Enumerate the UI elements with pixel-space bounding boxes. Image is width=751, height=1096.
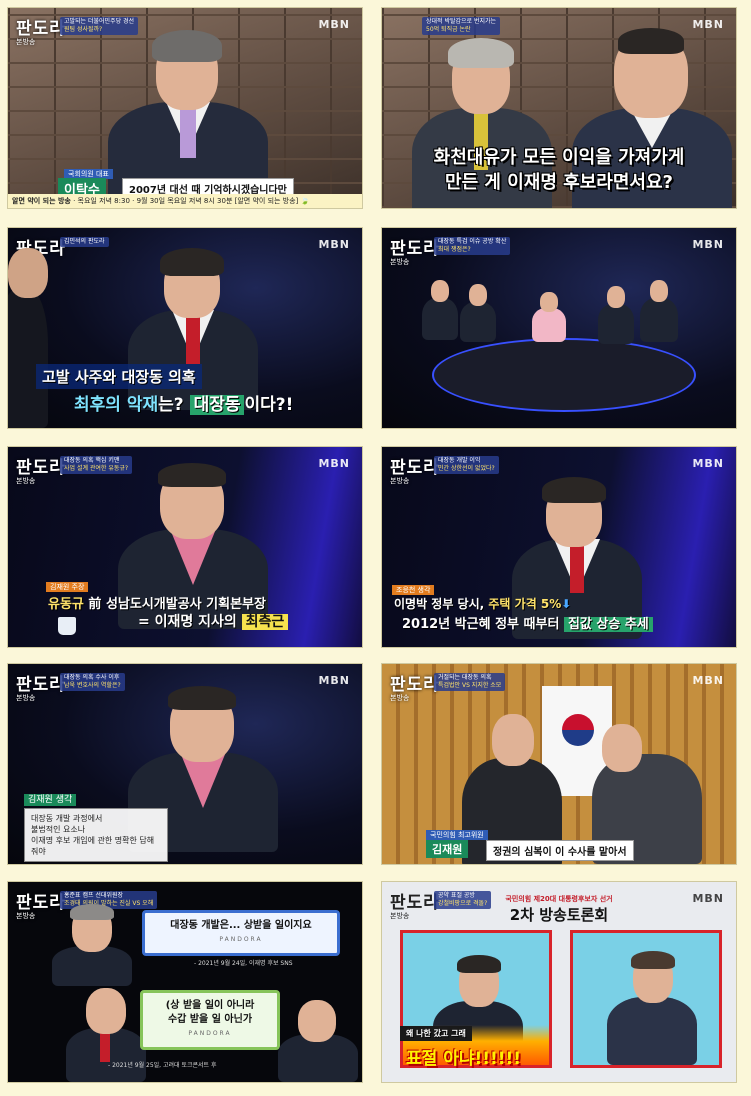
quote-line: 이재명 후보 개입에 관한 명확한 답해줘야 [31, 836, 155, 856]
caption-line-2: 최후의 악재는? 대장동 이다?! [74, 395, 294, 415]
thumbnail-4[interactable]: 판도라 본방송 대장동 특검 이슈 공방 확산 최대 쟁점은? MBN [382, 228, 736, 428]
quote-text: (상 받을 일이 아니라 [165, 1000, 255, 1011]
guest-person [278, 1000, 358, 1082]
panelist-host [532, 292, 566, 342]
quote-line: 대장동 개발 과정에서 [31, 814, 103, 823]
guest-person [108, 22, 268, 202]
quote-meta: - 2021년 9월 25일, 고려대 토크콘서트 후 [108, 1062, 217, 1069]
thumbnail-3[interactable]: 판도라본방송 김민석의 판도라 MBN 고발 사주와 대장동 의혹 최후의 악재… [8, 228, 362, 428]
panelist [422, 280, 458, 340]
broadcaster-logo: MBN [318, 18, 350, 31]
broadcaster-logo: MBN [692, 674, 724, 687]
thumbnail-8[interactable]: 판도라 본방송 거절되는 대장동 의혹 특검법안 VS 지지한 소모 MBN 국민의… [382, 664, 736, 864]
panelist [598, 286, 634, 344]
quote-bubble-1: 대장동 개발은... 상받을 일이지요 PANDORA [142, 910, 340, 956]
show-logo: 판도라본방송 [16, 19, 66, 46]
show-logo: 판도라본방송 [390, 239, 440, 266]
broadcaster-logo: MBN [318, 674, 350, 687]
caption-line-2: 2012년 박근혜 정부 때부터 집값 상승 추세 [396, 611, 659, 634]
politician-1 [52, 904, 132, 986]
name-bar: 김재원 [426, 840, 469, 858]
debate-title: 2차 방송토론회 [509, 906, 609, 924]
quote-source: PANDORA [188, 1030, 232, 1037]
quote-source: PANDORA [219, 936, 263, 943]
ticker: 알면 약이 되는 방송 · 목요일 저녁 8:30 · 9월 30일 목요일 저… [8, 194, 362, 208]
show-logo: 판도라본방송 [390, 675, 440, 702]
thumbnail-9[interactable]: 판도라 본방송 홍준표 캠프 선대위원장 조경태 의원이 말하는 진실 VS 오해 … [8, 882, 362, 1082]
panelist [640, 280, 678, 342]
thumbnail-2[interactable]: 상대적 박탈감으로 번지가는 50억 퇴직금 논란 MBN 화천대유가 모든 이익… [382, 8, 736, 208]
fire-caption: 표절 아냐!!!!!! [406, 1049, 521, 1069]
thumbnail-6[interactable]: 판도라 본방송 대장동 개발 이익 민간 상한선이 없었다? MBN 조응천 생각 … [382, 447, 736, 647]
quote-card: 대장동 개발 과정에서 불법적인 요소나 이재명 후보 개입에 관한 명확한 답… [24, 808, 168, 862]
panelist [460, 284, 496, 342]
broadcaster-logo: MBN [318, 238, 350, 251]
broadcaster-logo: MBN [318, 457, 350, 470]
show-logo: 판도라본방송 [390, 458, 440, 485]
topic-tag: 대장동 의혹 수사 이후 남욱 변호사의 역할은? [60, 673, 125, 691]
subtitle-line-2: 만든 게 이재명 후보라면서요? [445, 172, 673, 193]
topic-tag: 상대적 박탈감으로 번지가는 50억 퇴직금 논란 [422, 17, 501, 35]
name-label: 김재원 생각 [24, 794, 77, 806]
debate-subtitle: 국민의힘 제20대 대통령후보자 선거 [505, 895, 613, 903]
thumbnail-grid: 판도라 본방송 고발되는 더불어민주당 경선 원팀 성사될까? MBN 국회의원 대… [0, 0, 751, 1096]
show-logo: 판도라본방송 [16, 675, 66, 702]
quote-bubble-2: (상 받을 일이 아니라 수갑 받을 일 아닌가 PANDORA [140, 990, 280, 1050]
thumbnail-7[interactable]: 판도라 본방송 대장동 의혹 수사 이후 남욱 변호사의 역할은? MBN 김재원 … [8, 664, 362, 864]
caption-line-2: = 이재명 지사의 최측근 [132, 609, 294, 633]
quote-text: 대장동 개발은... 상받을 일이지요 [170, 920, 312, 931]
quote-meta: - 2021년 9월 24일, 이재명 후보 SNS [194, 960, 293, 967]
topic-tag: 대장동 특검 이슈 공방 확산 최대 쟁점은? [434, 237, 511, 255]
thumbnail-1[interactable]: 판도라 본방송 고발되는 더불어민주당 경선 원팀 성사될까? MBN 국회의원 대… [8, 8, 362, 208]
speech-bubble: 왜 나한 갔고 그래 [400, 1026, 472, 1041]
broadcaster-logo: MBN [692, 238, 724, 251]
foreground-person [8, 248, 58, 428]
quote-line: 불법적인 요소나 [31, 825, 86, 834]
thumbnail-10[interactable]: 판도라 본방송 공약 표절 공방 강철비팡으로 격돌? MBN 국민의힘 제20대 … [382, 882, 736, 1082]
quote-text: 수갑 받을 일 아닌가 [167, 1014, 253, 1025]
caption: 정권의 심복이 이 수사를 맡아서 [486, 840, 634, 861]
candidate-panel-right [570, 930, 722, 1068]
subtitle-line-1: 화천대유가 모든 이익을 가져가게 [433, 147, 685, 168]
broadcaster-logo: MBN [692, 457, 724, 470]
name-label: 국민의힘 최고위원 [426, 830, 488, 840]
show-logo: 판도라본방송 [16, 458, 66, 485]
topic-tag: 대장동 개발 이익 민간 상한선이 없었다? [434, 456, 499, 474]
thumbnail-5[interactable]: 판도라 본방송 대장동 의혹 핵심 키맨 사업 설계 관여한 유동규? MBN 김재… [8, 447, 362, 647]
round-table [432, 338, 696, 412]
caption-line-1: 고발 사주와 대장동 의혹 [36, 364, 202, 389]
mug [58, 617, 76, 635]
topic-tag: 거절되는 대장동 의혹 특검법안 VS 지지한 소모 [434, 673, 506, 691]
topic-tag: 김민석의 판도라 [60, 237, 109, 247]
